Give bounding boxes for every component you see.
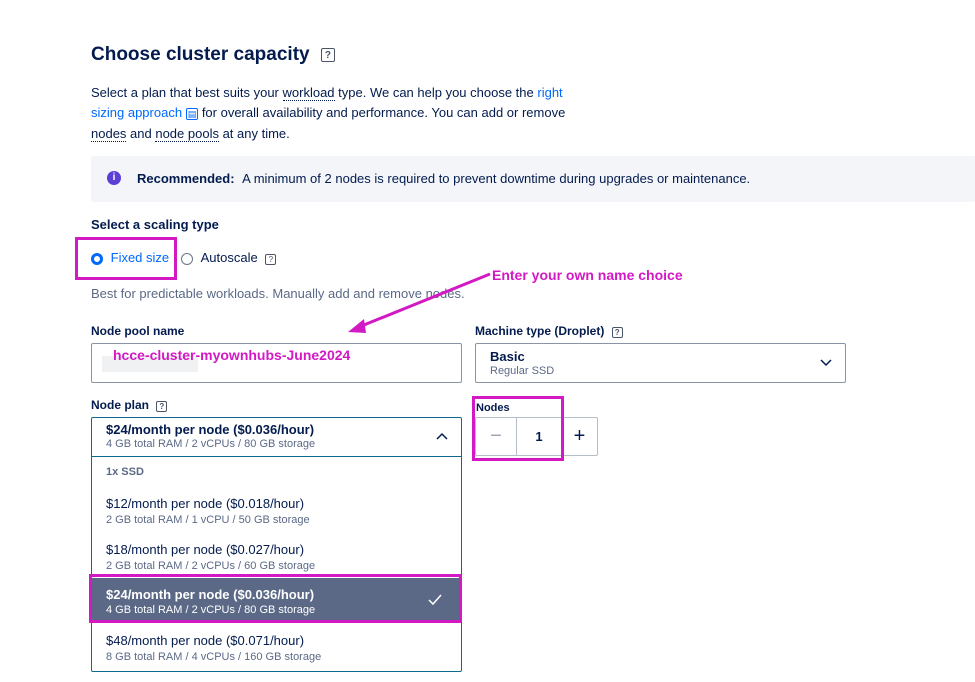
node-pool-name-input[interactable]: hcce-cluster-myownhubs-June2024 (91, 343, 462, 383)
node-plan-label-text: Node plan (91, 398, 150, 412)
intro-text-3: for overall availability and performance… (198, 105, 566, 120)
node-pool-name-value: hcce-cluster-myownhubs-June2024 (113, 347, 351, 363)
help-icon[interactable]: ? (265, 254, 277, 265)
banner-message: A minimum of 2 nodes is required to prev… (242, 171, 751, 186)
increment-button[interactable]: + (561, 418, 598, 455)
option-sub: 2 GB total RAM / 1 vCPU / 50 GB storage (106, 514, 310, 526)
recommendation-banner: i Recommended: A minimum of 2 nodes is r… (91, 156, 975, 202)
banner-label: Recommended: (137, 171, 235, 186)
dropdown-option[interactable]: $48/month per node ($0.071/hour) 8 GB to… (92, 626, 461, 672)
banner-text: Recommended: A minimum of 2 nodes is req… (137, 171, 750, 186)
chevron-down-icon (820, 359, 832, 367)
chevron-up-icon (436, 432, 448, 440)
node-plan-select-header[interactable]: $24/month per node ($0.036/hour) 4 GB to… (92, 418, 461, 457)
highlight-box-selected-plan (89, 574, 462, 623)
annotation-text: Enter your own name choice (492, 267, 683, 283)
page-title-text: Choose cluster capacity (91, 44, 310, 65)
radio-selected-icon (91, 252, 103, 265)
workload-term[interactable]: workload (282, 85, 335, 101)
machine-type-sub: Regular SSD (490, 365, 555, 377)
node-pool-name-label: Node pool name (91, 324, 185, 338)
option-title: $18/month per node ($0.027/hour) (106, 542, 305, 557)
option-title: $48/month per node ($0.071/hour) (106, 633, 305, 648)
radio-autoscale[interactable]: Autoscale ? (181, 250, 277, 265)
machine-type-value: Basic (490, 349, 525, 364)
node-plan-dropdown[interactable]: $24/month per node ($0.036/hour) 4 GB to… (91, 417, 462, 672)
machine-type-label-text: Machine type (Droplet) (475, 324, 605, 338)
intro-text-5: at any time. (218, 126, 290, 141)
radio-fixed-size-label: Fixed size (110, 250, 170, 265)
highlight-box-nodes (472, 396, 564, 461)
option-sub: 2 GB total RAM / 2 vCPUs / 60 GB storage (106, 560, 316, 572)
help-icon[interactable]: ? (156, 401, 168, 412)
info-icon: i (107, 171, 121, 185)
node-pools-term[interactable]: node pools (155, 126, 219, 142)
intro-text-2: type. We can help you choose the (334, 85, 538, 100)
node-plan-selected-title: $24/month per node ($0.036/hour) (106, 422, 315, 437)
nodes-term[interactable]: nodes (91, 126, 127, 142)
machine-type-label: Machine type (Droplet) ? (475, 324, 623, 338)
option-title: $12/month per node ($0.018/hour) (106, 496, 305, 511)
dropdown-group-label: 1x SSD (106, 466, 144, 478)
help-icon[interactable]: ? (611, 327, 623, 338)
help-icon[interactable]: ? (320, 48, 335, 62)
scaling-type-label: Select a scaling type (91, 217, 219, 232)
intro-text-1: Select a plan that best suits your (91, 85, 283, 100)
node-plan-selected-sub: 4 GB total RAM / 2 vCPUs / 80 GB storage (106, 438, 316, 450)
radio-fixed-size[interactable]: Fixed size (91, 250, 169, 265)
dropdown-option[interactable]: $12/month per node ($0.018/hour) 2 GB to… (92, 488, 461, 534)
machine-type-select[interactable]: Basic Regular SSD (475, 343, 846, 383)
radio-unselected-icon (181, 252, 193, 265)
node-plan-label: Node plan ? (91, 398, 168, 412)
external-doc-icon: ▤ (185, 108, 199, 120)
intro-text-4: and (126, 126, 156, 141)
page-title: Choose cluster capacity ? (91, 44, 335, 66)
option-sub: 8 GB total RAM / 4 vCPUs / 160 GB storag… (106, 651, 322, 663)
intro-paragraph: Select a plan that best suits your workl… (91, 83, 581, 144)
radio-autoscale-label: Autoscale (200, 250, 258, 265)
